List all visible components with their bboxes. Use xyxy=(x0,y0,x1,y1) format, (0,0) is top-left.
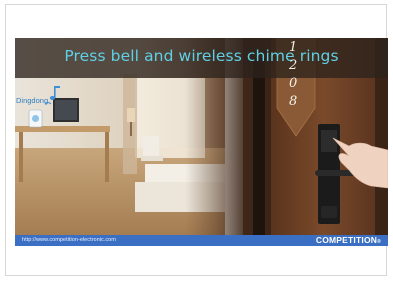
chime-caption: Dingdong xyxy=(16,96,49,105)
slide: Press bell and wireless chime rings 1 2 0 8… xyxy=(15,38,388,246)
registered-mark: ® xyxy=(377,239,381,245)
footer-url[interactable]: http://www.competition-electronic.com xyxy=(22,237,116,243)
svg-text:1: 1 xyxy=(289,40,297,55)
brand-logo: COMPETITION® xyxy=(316,235,381,245)
footer-bar: http://www.competition-electronic.com CO… xyxy=(15,235,388,246)
svg-text:2: 2 xyxy=(288,58,297,73)
slide-title: Press bell and wireless chime rings xyxy=(64,47,339,65)
svg-text:0: 0 xyxy=(289,76,297,91)
brand-name: COMPETITION xyxy=(315,235,378,245)
svg-text:8: 8 xyxy=(289,94,297,109)
door-number: 1208 1 2 0 8 xyxy=(288,40,297,109)
wireless-chime-icon xyxy=(28,109,43,128)
